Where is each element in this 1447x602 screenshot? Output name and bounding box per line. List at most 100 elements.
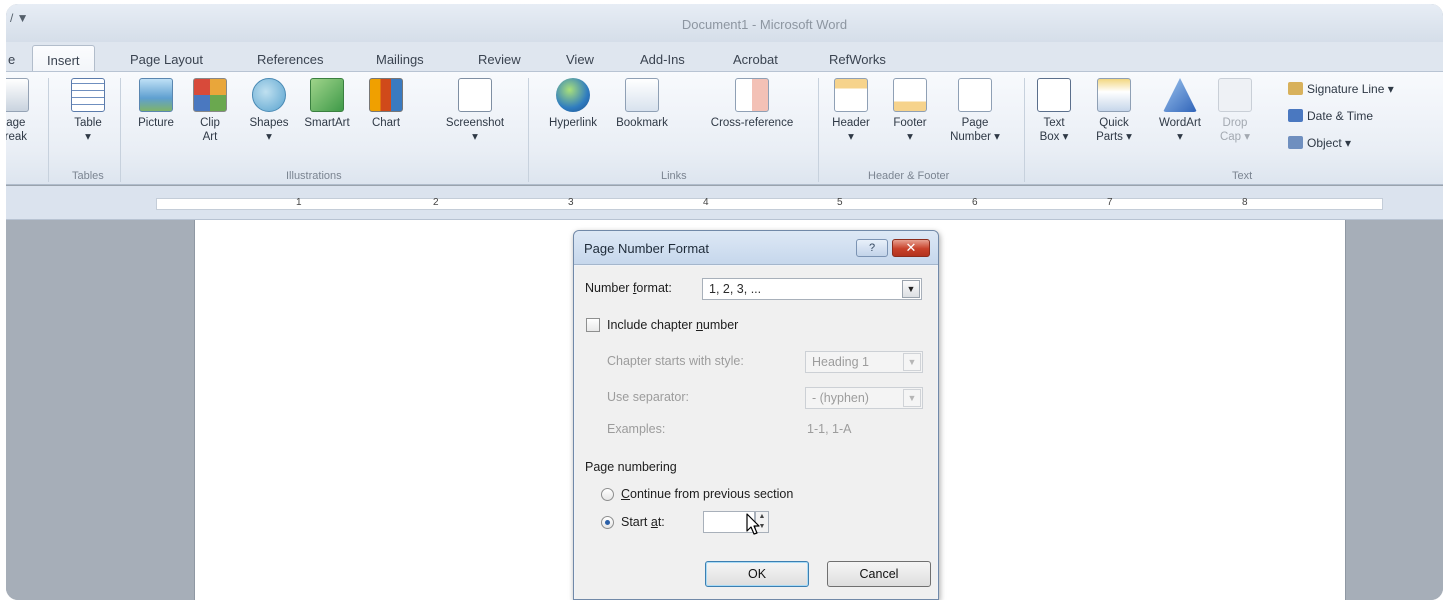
drop-cap-icon [1218,78,1252,112]
tab-add-ins[interactable]: Add-Ins [640,52,685,67]
table-button[interactable]: Table ▾ [66,78,110,144]
bookmark-button[interactable]: Bookmark [610,78,674,130]
cross-reference-button[interactable]: Cross-reference [696,78,808,130]
chart-button[interactable]: Chart [364,78,408,130]
cross-reference-label: Cross-reference [710,117,794,129]
object-icon [1288,136,1303,149]
include-chapter-number-checkbox[interactable] [586,318,600,332]
wordart-dropdown-arrow: ▾ [1177,131,1183,143]
shapes-label: Shapes [249,117,289,129]
hyperlink-label: Hyperlink [549,117,597,129]
ribbon-tabs: e Insert Page Layout References Mailings… [6,42,1443,74]
screenshot-button[interactable]: Screenshot ▾ [438,78,512,144]
smartart-button[interactable]: SmartArt [296,78,358,130]
number-format-label: Number format: [585,281,672,295]
tab-insert[interactable]: Insert [32,45,95,74]
chevron-down-icon[interactable]: ▼ [902,280,920,298]
chevron-down-icon[interactable]: ▼ [903,389,921,407]
bookmark-label: Bookmark [616,117,668,129]
smartart-label: SmartArt [304,117,350,129]
examples-value: 1-1, 1-A [807,422,852,436]
tab-acrobat[interactable]: Acrobat [733,52,778,67]
start-at-radio[interactable] [601,516,614,529]
picture-icon [139,78,173,112]
ruler-number: 8 [1242,197,1248,208]
dialog-body: Number format: 1, 2, 3, ... ▼ Include ch… [575,266,937,599]
separator [48,78,49,182]
screenshot-label: Screenshot [445,117,505,129]
object-button[interactable]: Object ▾ [1288,136,1351,150]
quick-parts-button[interactable]: Quick Parts ▾ [1090,78,1138,144]
wordart-label: WordArt [1159,117,1201,129]
date-time-button[interactable]: Date & Time [1288,109,1373,123]
footer-dropdown-arrow: ▾ [907,131,913,143]
drop-cap-button[interactable]: Drop Cap ▾ [1212,78,1258,144]
chapter-style-select[interactable]: Heading 1 ▼ [805,351,923,373]
title-bar: / ▼ Document1 - Microsoft Word [6,4,1443,42]
shapes-button[interactable]: Shapes ▾ [246,78,292,144]
ruler-number: 4 [703,197,709,208]
cancel-button[interactable]: Cancel [827,561,931,587]
group-label-header-footer: Header & Footer [868,170,950,182]
quick-parts-icon [1097,78,1131,112]
quick-parts-label-2: Parts ▾ [1096,131,1132,143]
drop-cap-label-2: Cap ▾ [1219,131,1251,143]
signature-line-button[interactable]: Signature Line ▾ [1288,82,1394,96]
page-number-label-2: Number ▾ [950,131,1000,143]
picture-button[interactable]: Picture [132,78,180,130]
header-button[interactable]: Header ▾ [822,78,880,144]
separator-select[interactable]: - (hyphen) ▼ [805,387,923,409]
hyperlink-button[interactable]: Hyperlink [538,78,608,130]
ribbon: Page Break Table ▾ Tables Picture Clip A… [6,71,1443,185]
screenshot-dropdown-arrow: ▾ [472,131,478,143]
number-format-value: 1, 2, 3, ... [709,282,762,296]
wordart-button[interactable]: WordArt ▾ [1152,78,1208,144]
chevron-down-icon[interactable]: ▼ [903,353,921,371]
ok-button[interactable]: OK [705,561,809,587]
shapes-icon [252,78,286,112]
group-label-text: Text [1232,170,1253,182]
tab-references[interactable]: References [257,52,323,67]
separator [120,78,121,182]
signature-icon [1288,82,1303,95]
continue-from-previous-radio[interactable] [601,488,614,501]
tab-home-partial[interactable]: e [8,52,15,67]
dialog-title: Page Number Format [584,241,709,256]
number-format-select[interactable]: 1, 2, 3, ... ▼ [702,278,922,300]
shapes-dropdown-arrow: ▾ [266,131,272,143]
group-label-links: Links [661,170,687,182]
ruler-number: 2 [433,197,439,208]
table-icon [71,78,105,112]
footer-button[interactable]: Footer ▾ [882,78,938,144]
tab-review[interactable]: Review [478,52,521,67]
horizontal-ruler[interactable]: 1 2 3 4 5 6 7 8 [6,186,1443,220]
tab-view[interactable]: View [566,52,594,67]
tab-refworks[interactable]: RefWorks [829,52,886,67]
separator [1024,78,1025,182]
clip-art-button[interactable]: Clip Art [192,78,228,144]
group-label-illustrations: Illustrations [286,170,342,182]
page-numbering-label: Page numbering [585,460,677,474]
table-label: Table [74,117,102,129]
use-separator-label: Use separator: [607,390,689,404]
header-label: Header [832,117,870,129]
drop-cap-label-1: Drop [1222,117,1248,129]
close-button[interactable]: ✕ [892,239,930,257]
mouse-pointer-icon [746,513,760,535]
chart-icon [369,78,403,112]
table-dropdown-arrow: ▾ [85,131,91,143]
group-label-tables: Tables [72,170,104,182]
text-box-button[interactable]: Text Box ▾ [1032,78,1076,144]
text-box-label-2: Box ▾ [1039,131,1069,143]
tab-page-layout[interactable]: Page Layout [130,52,203,67]
help-button[interactable]: ? [856,239,888,257]
word-window: / ▼ Document1 - Microsoft Word e Insert … [6,4,1443,600]
footer-label: Footer [893,117,927,129]
page-break-button[interactable]: Page Break [6,78,32,144]
start-at-label: Start at: [621,515,665,529]
dialog-title-bar[interactable]: Page Number Format ? ✕ [574,231,938,265]
page-number-button[interactable]: Page Number ▾ [944,78,1006,144]
page-break-label-2: Break [6,131,28,143]
page-number-icon [958,78,992,112]
tab-mailings[interactable]: Mailings [376,52,424,67]
